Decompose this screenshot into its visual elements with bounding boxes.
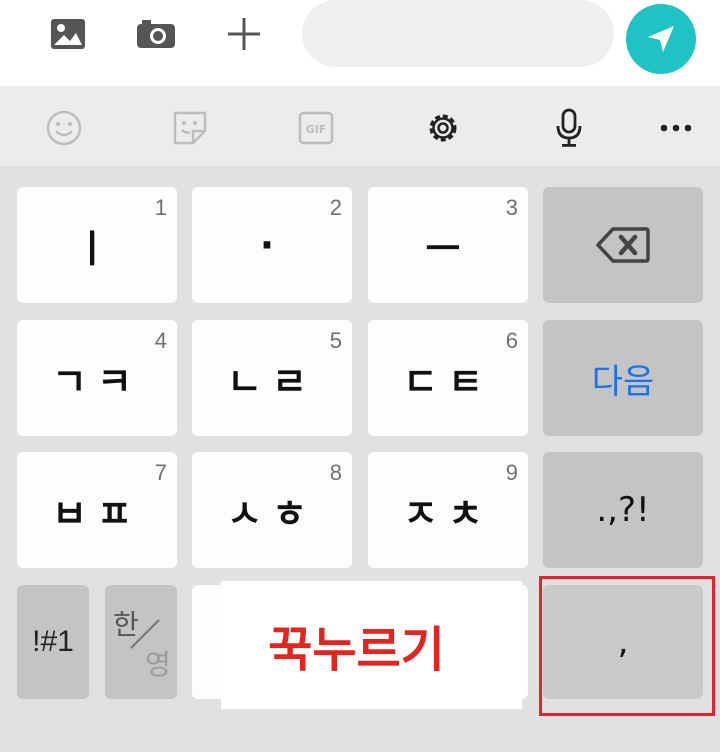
key-j-ch[interactable]: 9 ㅈㅊ xyxy=(368,452,528,568)
key-label: ㄱㅋ xyxy=(52,359,142,404)
language-korean-label: 한 xyxy=(113,608,139,641)
next-button[interactable]: 다음 xyxy=(543,320,703,436)
key-label: ㅡ xyxy=(425,226,471,271)
keyboard-toolbar: GIF xyxy=(0,86,720,166)
annotation-box: 꾹누르기 xyxy=(221,581,522,709)
svg-text:GIF: GIF xyxy=(306,123,327,136)
sticker-icon[interactable] xyxy=(168,106,212,150)
key-label: ㄴㄹ xyxy=(227,359,317,404)
more-icon[interactable] xyxy=(654,106,698,150)
key-i[interactable]: 1 ㅣ xyxy=(17,187,177,303)
camera-icon[interactable] xyxy=(134,12,178,56)
gif-icon[interactable]: GIF xyxy=(294,106,338,150)
key-dot[interactable]: 2 · xyxy=(192,187,352,303)
key-label: ㅅㅎ xyxy=(227,491,317,536)
key-number: 5 xyxy=(329,328,342,353)
backspace-icon xyxy=(596,227,650,263)
gear-icon[interactable] xyxy=(421,106,465,150)
image-icon[interactable] xyxy=(46,12,90,56)
key-label: ㄷㅌ xyxy=(403,359,493,404)
microphone-icon[interactable] xyxy=(547,106,591,150)
send-button[interactable] xyxy=(626,4,696,74)
key-number: 6 xyxy=(505,328,518,353)
send-icon xyxy=(648,26,674,52)
key-number: 1 xyxy=(154,195,167,220)
next-label: 다음 xyxy=(591,361,655,402)
punctuation-label: .,?! xyxy=(596,490,650,530)
key-number: 8 xyxy=(329,460,342,485)
punctuation-key[interactable]: .,?! xyxy=(543,452,703,568)
key-eu[interactable]: 3 ㅡ xyxy=(368,187,528,303)
message-input[interactable] xyxy=(302,0,614,67)
key-g-k[interactable]: 4 ㄱㅋ xyxy=(17,320,177,436)
key-number: 3 xyxy=(505,195,518,220)
key-number: 2 xyxy=(329,195,342,220)
annotation-text: 꾹누르기 xyxy=(268,622,445,678)
key-number: 9 xyxy=(505,460,518,485)
key-b-p[interactable]: 7 ㅂㅍ xyxy=(17,452,177,568)
highlight-frame xyxy=(539,576,715,716)
symbols-key[interactable]: !#1 xyxy=(17,585,89,699)
language-toggle-key[interactable]: 한 영 xyxy=(105,585,177,699)
key-n-r[interactable]: 5 ㄴㄹ xyxy=(192,320,352,436)
key-number: 4 xyxy=(154,328,167,353)
key-d-t[interactable]: 6 ㄷㅌ xyxy=(368,320,528,436)
language-english-label: 영 xyxy=(145,648,171,681)
compose-bar xyxy=(0,0,720,86)
symbols-label: !#1 xyxy=(32,625,74,658)
key-label: ㅈㅊ xyxy=(403,491,493,536)
emoji-icon[interactable] xyxy=(42,106,86,150)
key-number: 7 xyxy=(154,460,167,485)
key-label: ㅂㅍ xyxy=(52,491,142,536)
key-s-h[interactable]: 8 ㅅㅎ xyxy=(192,452,352,568)
plus-icon[interactable] xyxy=(222,12,266,56)
key-label: ㅣ xyxy=(74,226,120,271)
backspace-button[interactable] xyxy=(543,187,703,303)
key-label: · xyxy=(259,223,285,267)
